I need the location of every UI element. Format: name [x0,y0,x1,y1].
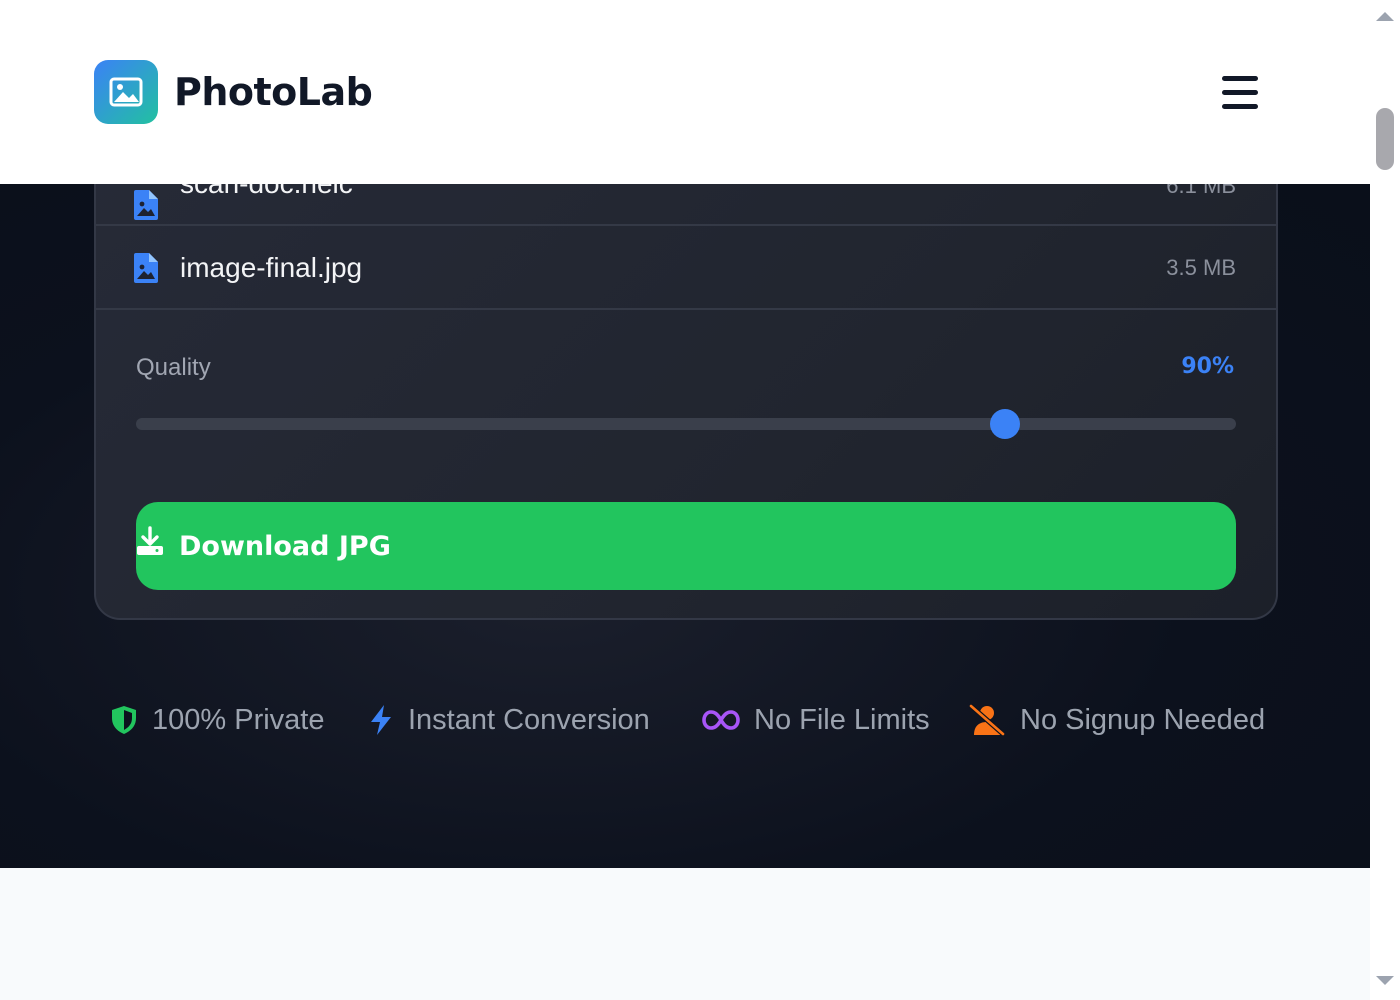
feature-item: 100% Private [110,696,325,744]
feature-item: No File Limits [702,696,930,744]
shield-icon [112,706,136,734]
page-scrollbar[interactable] [1370,0,1400,1000]
converter-section: scan-doc.heic 6.1 MB image-final.jpg 3.5… [0,164,1370,868]
infinity-icon [702,710,740,730]
hamburger-menu-button[interactable] [1222,70,1266,114]
download-button-label: Download JPG [179,530,391,562]
bolt-icon [371,705,391,735]
file-row[interactable]: image-final.jpg 3.5 MB [96,228,1276,310]
quality-slider[interactable] [136,409,1236,439]
hamburger-icon-line [1222,89,1258,95]
file-image-icon [134,253,158,283]
download-button[interactable]: Download JPG [136,502,1236,590]
scrollbar-thumb[interactable] [1376,108,1394,170]
feature-list: 100% Private Instant Conversion No File … [0,696,1370,744]
feature-label: Instant Conversion [408,703,650,736]
feature-item: No Signup Needed [968,696,1265,744]
quality-label: Quality [136,354,211,381]
file-size: 3.5 MB [1166,255,1236,280]
feature-item: Instant Conversion [368,696,650,744]
site-header: PhotoLab [0,0,1370,184]
brand-logo[interactable]: PhotoLab [94,60,373,124]
image-icon [94,60,158,124]
brand-name: PhotoLab [174,70,373,114]
page-footer-area [0,868,1370,1000]
quality-value: 90% [1181,354,1234,379]
scroll-down-arrow-icon[interactable] [1376,976,1394,985]
download-icon [137,526,163,555]
file-image-icon [134,190,158,220]
quality-slider-handle[interactable] [989,409,1020,439]
scroll-up-arrow-icon[interactable] [1376,12,1394,21]
feature-label: No Signup Needed [1020,703,1266,736]
feature-label: No File Limits [754,703,930,736]
file-name: image-final.jpg [180,252,363,283]
feature-label: 100% Private [152,703,325,736]
user-slash-icon [969,704,1005,736]
hamburger-icon-line [1222,103,1258,109]
converter-card: scan-doc.heic 6.1 MB image-final.jpg 3.5… [94,164,1278,620]
hamburger-icon-line [1222,75,1258,81]
